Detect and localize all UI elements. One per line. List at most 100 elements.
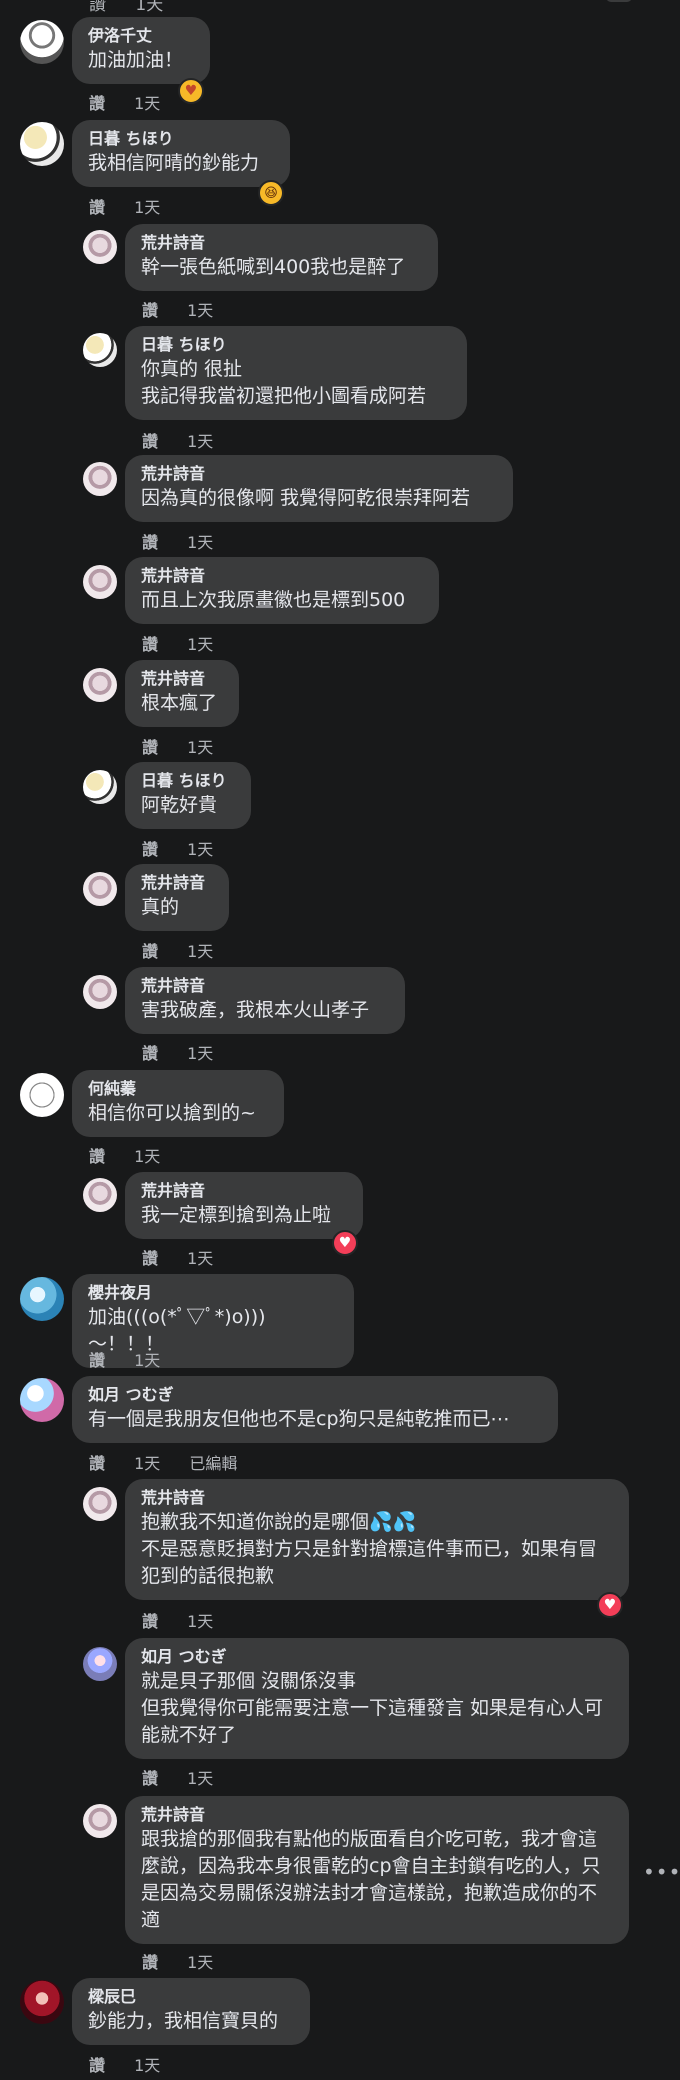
- comment-time[interactable]: 1天: [187, 738, 213, 757]
- comment-text: 相信你可以搶到的~: [88, 1102, 256, 1124]
- comment-time[interactable]: 1天: [134, 1147, 160, 1166]
- like-button[interactable]: 讚: [89, 94, 105, 113]
- top-more-button[interactable]: [606, 0, 632, 2]
- avatar[interactable]: [20, 1378, 64, 1422]
- haha-reaction-icon[interactable]: 😆: [258, 180, 284, 206]
- love-reaction-icon[interactable]: ♥: [597, 1592, 623, 1618]
- commenter-name[interactable]: 荒井詩音: [141, 463, 497, 485]
- comment-time[interactable]: 1天: [134, 1454, 160, 1473]
- commenter-name[interactable]: 荒井詩音: [141, 565, 423, 587]
- comment-time[interactable]: 1天: [187, 1249, 213, 1268]
- comment-actions: 讚 1天: [142, 836, 213, 860]
- commenter-name[interactable]: 日暮 ちほり: [141, 334, 451, 356]
- like-button[interactable]: 讚: [89, 2056, 105, 2075]
- avatar[interactable]: [83, 1647, 117, 1681]
- avatar[interactable]: [20, 122, 64, 166]
- comment-time[interactable]: 1天: [134, 198, 160, 217]
- commenter-name[interactable]: 如月 つむぎ: [141, 1646, 613, 1668]
- like-button[interactable]: 讚: [142, 1612, 158, 1631]
- comment-text: 加油加油！: [88, 49, 184, 71]
- comment-bubble: 荒井詩音 真的: [125, 864, 229, 931]
- commenter-name[interactable]: 伊洛千丈: [88, 25, 194, 47]
- avatar[interactable]: [83, 770, 117, 804]
- commenter-name[interactable]: 樑辰巳: [88, 1986, 294, 2008]
- care-reaction-icon[interactable]: ♥: [178, 78, 204, 104]
- comment-actions: 讚 1天: [89, 1143, 160, 1167]
- edited-label: 已編輯: [189, 1454, 238, 1473]
- comment-time[interactable]: 1天: [187, 1044, 213, 1063]
- comment-text: 有一個是我朋友但他也不是cp狗只是純乾推而已⋯: [88, 1408, 510, 1430]
- comment-time[interactable]: 1天: [134, 1351, 160, 1370]
- comment-text: 幹一張色紙喊到400我也是醉了: [141, 256, 406, 278]
- comment-bubble: 荒井詩音 抱歉我不知道你說的是哪個💦💦 不是惡意貶損對方只是針對搶標這件事而已，…: [125, 1479, 629, 1600]
- comment-time[interactable]: 1天: [134, 2056, 160, 2075]
- commenter-name[interactable]: 櫻井夜月: [88, 1282, 338, 1304]
- like-button[interactable]: 讚: [142, 301, 158, 320]
- comment-time[interactable]: 1天: [187, 1612, 213, 1631]
- commenter-name[interactable]: 荒井詩音: [141, 872, 213, 894]
- like-button[interactable]: 讚: [142, 635, 158, 654]
- avatar[interactable]: [83, 565, 117, 599]
- comment-text: 你真的 很扯 我記得我當初還把他小圖看成阿若: [141, 358, 427, 407]
- avatar[interactable]: [20, 1980, 64, 2024]
- avatar[interactable]: [83, 668, 117, 702]
- like-button[interactable]: 讚: [142, 1953, 158, 1972]
- avatar[interactable]: [83, 462, 117, 496]
- commenter-name[interactable]: 荒井詩音: [141, 975, 389, 997]
- avatar[interactable]: [83, 1178, 117, 1212]
- commenter-name[interactable]: 荒井詩音: [141, 1487, 613, 1509]
- like-button[interactable]: 讚: [142, 533, 158, 552]
- comment-time[interactable]: 1天: [187, 533, 213, 552]
- love-reaction-icon[interactable]: ♥: [332, 1230, 358, 1256]
- comment-text: 鈔能力，我相信寶貝的: [88, 2010, 279, 2032]
- comment-time[interactable]: 1天: [187, 432, 213, 451]
- comment-actions: 讚 1天: [142, 1040, 213, 1064]
- comment-bubble: 荒井詩音 跟我搶的那個我有點他的版面看自介吃可乾，我才會這麼說，因為我本身很雷乾…: [125, 1796, 629, 1944]
- like-button[interactable]: 讚: [89, 0, 106, 15]
- comment-text: 阿乾好貴: [141, 794, 218, 816]
- commenter-name[interactable]: 日暮 ちほり: [88, 128, 274, 150]
- comment-time[interactable]: 1天: [134, 94, 160, 113]
- like-button[interactable]: 讚: [142, 738, 158, 757]
- comment-time[interactable]: 1天: [135, 0, 163, 15]
- avatar[interactable]: [20, 1277, 64, 1321]
- more-options-button[interactable]: •••: [643, 1860, 680, 1884]
- comment-bubble: 如月 つむぎ 就是貝子那個 沒關係沒事 但我覺得你可能需要注意一下這種發言 如果…: [125, 1638, 629, 1759]
- like-button[interactable]: 讚: [142, 1044, 158, 1063]
- like-button[interactable]: 讚: [89, 1351, 105, 1370]
- commenter-name[interactable]: 荒井詩音: [141, 1804, 613, 1826]
- commenter-name[interactable]: 日暮 ちほり: [141, 770, 235, 792]
- comment-time[interactable]: 1天: [187, 1769, 213, 1788]
- avatar[interactable]: [83, 333, 117, 367]
- comment-time[interactable]: 1天: [187, 1953, 213, 1972]
- avatar[interactable]: [83, 1804, 117, 1838]
- like-button[interactable]: 讚: [142, 942, 158, 961]
- like-button[interactable]: 讚: [89, 1147, 105, 1166]
- like-button[interactable]: 讚: [89, 198, 105, 217]
- commenter-name[interactable]: 荒井詩音: [141, 1180, 347, 1202]
- comment-bubble: 荒井詩音 而且上次我原畫徽也是標到500: [125, 557, 439, 624]
- like-button[interactable]: 讚: [142, 432, 158, 451]
- comment-time[interactable]: 1天: [187, 840, 213, 859]
- avatar[interactable]: [83, 230, 117, 264]
- like-button[interactable]: 讚: [142, 1769, 158, 1788]
- like-button[interactable]: 讚: [142, 840, 158, 859]
- avatar[interactable]: [20, 20, 64, 64]
- like-button[interactable]: 讚: [142, 1249, 158, 1268]
- avatar[interactable]: [83, 872, 117, 906]
- like-button[interactable]: 讚: [89, 1454, 105, 1473]
- comment-time[interactable]: 1天: [187, 635, 213, 654]
- comment-time[interactable]: 1天: [187, 301, 213, 320]
- avatar[interactable]: [83, 1487, 117, 1521]
- commenter-name[interactable]: 何純蓁: [88, 1078, 268, 1100]
- avatar[interactable]: [20, 1073, 64, 1117]
- comment-text: 害我破產，我根本火山孝子: [141, 999, 370, 1021]
- comment-time[interactable]: 1天: [187, 942, 213, 961]
- comment-actions: 讚 1天: [89, 194, 160, 218]
- comment-actions: 讚 1天: [142, 428, 213, 452]
- commenter-name[interactable]: 如月 つむぎ: [88, 1384, 542, 1406]
- comment-text: 而且上次我原畫徽也是標到500: [141, 589, 406, 611]
- avatar[interactable]: [83, 975, 117, 1009]
- commenter-name[interactable]: 荒井詩音: [141, 668, 223, 690]
- commenter-name[interactable]: 荒井詩音: [141, 232, 422, 254]
